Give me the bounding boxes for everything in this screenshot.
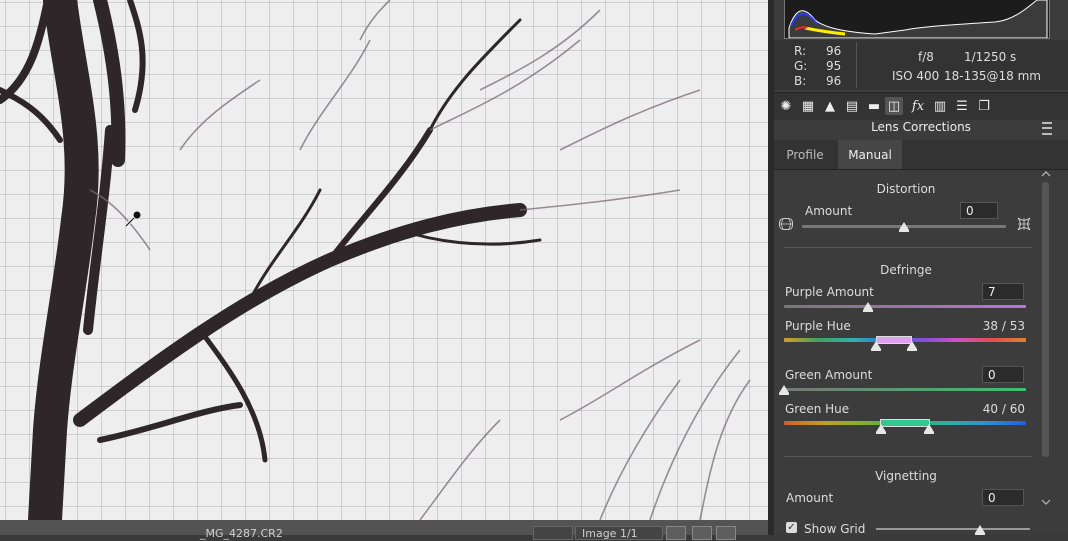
pixel-readout: R: 96 G: 95 B: 96 f/8 1/1250 s ISO 400 18-1…: [774, 40, 1068, 90]
image-navigation[interactable]: [533, 526, 573, 540]
distortion-heading: Distortion: [876, 182, 936, 196]
purple-amount-thumb[interactable]: [863, 302, 873, 312]
split-tone-icon[interactable]: ▤: [843, 97, 861, 115]
mountains-icon[interactable]: ▲: [821, 97, 839, 115]
panel-scrollbar[interactable]: [1040, 170, 1052, 510]
tree-photo: [0, 0, 751, 520]
tab-profile[interactable]: Profile: [774, 140, 836, 169]
aperture-value: f/8: [918, 50, 934, 64]
green-hue-range: [880, 419, 930, 427]
scroll-down-icon[interactable]: [1041, 498, 1051, 506]
purple-hue-low-thumb[interactable]: [871, 341, 881, 351]
iso-value: ISO 400: [892, 69, 940, 83]
filename-label: _MG_4287.CR2: [200, 527, 283, 540]
snapshots-icon[interactable]: ❐: [975, 97, 993, 115]
red-readout: R: 96: [794, 44, 842, 58]
distortion-amount-label: Amount: [805, 204, 853, 218]
purple-hue-high-thumb[interactable]: [907, 341, 917, 351]
show-grid-checkbox[interactable]: ✓: [786, 522, 797, 533]
purple-amount-label: Purple Amount: [785, 285, 874, 299]
purple-hue-label: Purple Hue: [785, 319, 851, 333]
distortion-amount-input[interactable]: 0: [960, 202, 998, 219]
grid-size-slider[interactable]: [876, 528, 1030, 530]
distortion-slider-thumb[interactable]: [899, 222, 909, 232]
green-amount-input[interactable]: 0: [982, 366, 1024, 383]
grid-size-thumb[interactable]: [975, 525, 985, 535]
eyedropper-cursor-icon: [124, 211, 141, 228]
pincushion-distortion-icon: [1017, 217, 1031, 231]
lens-corrections-icon[interactable]: ◫: [885, 97, 903, 115]
green-amount-slider[interactable]: [784, 388, 1026, 391]
aperture-icon[interactable]: ✺: [777, 97, 795, 115]
tab-manual[interactable]: Manual: [838, 140, 902, 169]
green-amount-label: Green Amount: [785, 368, 873, 382]
vignetting-amount-label: Amount: [786, 491, 834, 505]
green-hue-low-thumb[interactable]: [876, 424, 886, 434]
image-count: Image 1/1: [575, 526, 663, 540]
preferences-icon[interactable]: [740, 526, 758, 538]
panel-icon-bar: ✺ ▦ ▲ ▤ ▬ ◫ fx ▥ ☰ ❐: [774, 92, 1068, 120]
purple-amount-slider[interactable]: [784, 305, 1026, 308]
purple-amount-input[interactable]: 7: [982, 283, 1024, 300]
vignetting-amount-input[interactable]: 0: [982, 489, 1024, 506]
shutter-value: 1/1250 s: [964, 50, 1017, 64]
swap-button[interactable]: [692, 526, 712, 540]
hsl-icon[interactable]: ▬: [865, 97, 883, 115]
copy-settings-button[interactable]: [716, 526, 736, 540]
grid-curve-icon[interactable]: ▦: [799, 97, 817, 115]
histogram: [784, 0, 1050, 39]
barrel-distortion-icon: [779, 218, 793, 230]
show-grid-label: Show Grid: [804, 522, 866, 536]
green-readout: G: 95: [794, 59, 842, 73]
view-compare-button[interactable]: [666, 526, 686, 540]
blue-readout: B: 96: [794, 74, 842, 88]
purple-hue-value: 38 / 53: [982, 319, 1025, 333]
scroll-up-icon[interactable]: [1041, 170, 1051, 178]
scrollbar-thumb[interactable]: [1042, 182, 1049, 457]
camera-calibration-icon[interactable]: ▥: [931, 97, 949, 115]
vignetting-heading: Vignetting: [875, 469, 937, 483]
panel-title: Lens Corrections: [871, 120, 971, 134]
separator: [784, 456, 1032, 457]
green-amount-thumb[interactable]: [779, 385, 789, 395]
lens-value: 18-135@18 mm: [944, 69, 1041, 83]
defringe-heading: Defringe: [880, 263, 932, 277]
green-hue-label: Green Hue: [785, 402, 850, 416]
presets-icon[interactable]: ☰: [953, 97, 971, 115]
tab-bar: Profile Manual: [774, 140, 1068, 170]
green-hue-high-thumb[interactable]: [924, 424, 934, 434]
image-canvas[interactable]: [0, 0, 768, 520]
status-bar: _MG_4287.CR2 Image 1/1: [0, 520, 768, 540]
green-hue-value: 40 / 60: [982, 402, 1025, 416]
bottom-bar: ✓ Show Grid: [774, 517, 1068, 536]
separator: [784, 247, 1032, 248]
fx-icon[interactable]: fx: [909, 97, 927, 115]
manual-content: Distortion Amount 0 Defringe Purple Amou…: [774, 170, 1038, 515]
right-panel: R: 96 G: 95 B: 96 f/8 1/1250 s ISO 400 18-1…: [774, 0, 1068, 536]
panel-menu-icon[interactable]: [1042, 122, 1052, 135]
